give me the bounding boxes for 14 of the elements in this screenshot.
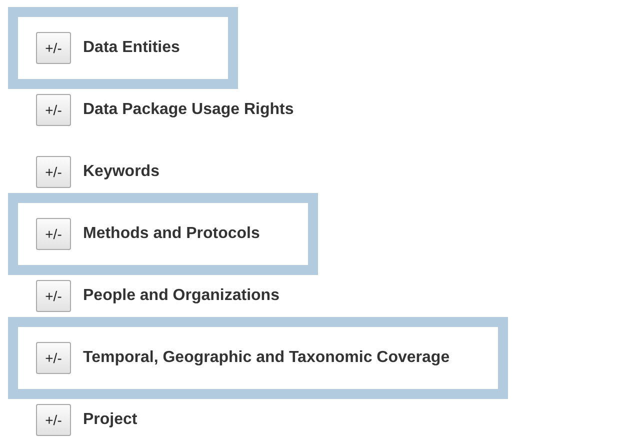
toggle-button[interactable]: +/- (36, 342, 71, 374)
section-title: Temporal, Geographic and Taxonomic Coverage (83, 349, 450, 367)
section-title: Project (83, 411, 138, 429)
toggle-button[interactable]: +/- (36, 280, 71, 312)
toggle-button[interactable]: +/- (36, 32, 71, 64)
toggle-button[interactable]: +/- (36, 404, 71, 436)
toggle-button[interactable]: +/- (36, 94, 71, 126)
section-title: Keywords (83, 163, 160, 181)
toggle-button[interactable]: +/- (36, 218, 71, 250)
section-title: People and Organizations (83, 287, 280, 305)
section-title: Data Package Usage Rights (83, 101, 294, 119)
section-title: Data Entities (83, 39, 180, 57)
section-title: Methods and Protocols (83, 225, 260, 243)
toggle-button[interactable]: +/- (36, 156, 71, 188)
